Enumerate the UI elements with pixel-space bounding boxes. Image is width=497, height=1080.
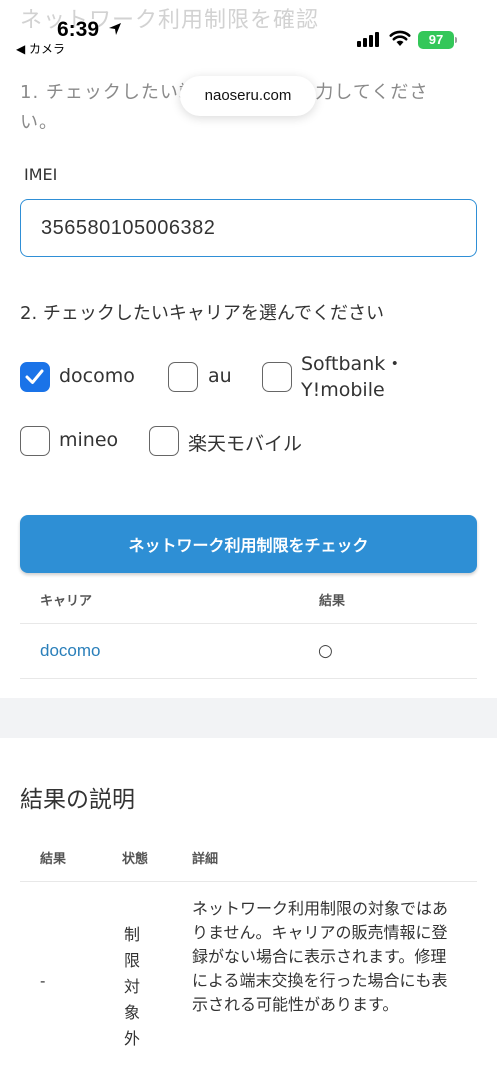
location-arrow-icon bbox=[109, 23, 121, 35]
wifi-icon bbox=[389, 30, 411, 46]
status-char: 対 bbox=[123, 977, 140, 996]
status-time: 6:39 bbox=[57, 18, 100, 41]
checkbox-label-softbank[interactable]: Softbank・ bbox=[301, 349, 404, 376]
back-to-app-link[interactable]: ◀ カメラ bbox=[16, 40, 65, 57]
checkbox-mineo[interactable] bbox=[20, 426, 50, 456]
imei-input[interactable] bbox=[20, 199, 477, 257]
check-network-restriction-button[interactable]: ネットワーク利用制限をチェック bbox=[20, 515, 477, 573]
checkbox-softbank[interactable] bbox=[262, 362, 292, 392]
checkbox-label-ymobile[interactable]: Y!mobile bbox=[301, 379, 385, 401]
checkbox-docomo[interactable] bbox=[20, 362, 50, 392]
explanation-header-detail: 詳細 bbox=[192, 852, 219, 867]
url-bar[interactable]: naoseru.com bbox=[180, 76, 316, 116]
results-header-result: 結果 bbox=[319, 594, 346, 609]
explanation-title: 結果の説明 bbox=[20, 787, 135, 813]
results-divider bbox=[20, 623, 477, 624]
explanation-header-status: 状態 bbox=[122, 852, 149, 867]
result-status-mark: ○ bbox=[318, 641, 333, 661]
checkbox-rakuten[interactable] bbox=[149, 426, 179, 456]
checkbox-label-mineo[interactable]: mineo bbox=[59, 429, 118, 451]
checkbox-label-au[interactable]: au bbox=[208, 365, 232, 387]
result-carrier-docomo[interactable]: docomo bbox=[40, 641, 100, 661]
results-header-carrier: キャリア bbox=[40, 594, 93, 609]
section-separator bbox=[0, 698, 497, 738]
battery-indicator: 97 bbox=[418, 31, 454, 49]
checkbox-label-rakuten[interactable]: 楽天モバイル bbox=[188, 429, 302, 456]
explanation-divider bbox=[20, 881, 477, 882]
step2-instruction: 2. チェックしたいキャリアを選んでください bbox=[20, 303, 384, 324]
explanation-detail-text: ネットワーク利用制限の対象ではありません。キャリアの販売情報に登録がない場合に表… bbox=[192, 899, 449, 1014]
checkmark-icon bbox=[25, 369, 44, 384]
explanation-header-result: 結果 bbox=[40, 852, 67, 867]
explanation-status-value: 制 限 対 象 外 bbox=[122, 922, 142, 1052]
status-char: 象 bbox=[123, 1003, 140, 1022]
imei-label: IMEI bbox=[24, 165, 58, 184]
cellular-signal-icon bbox=[357, 32, 379, 47]
status-bar: 6:39 ◀ カメラ 97 bbox=[0, 0, 497, 62]
checkbox-label-docomo[interactable]: docomo bbox=[59, 365, 135, 387]
results-divider bbox=[20, 678, 477, 679]
status-char: 制 bbox=[123, 925, 140, 944]
status-char: 外 bbox=[123, 1029, 140, 1048]
status-char: 限 bbox=[123, 951, 140, 970]
battery-tip bbox=[455, 37, 457, 43]
explanation-result-value: - bbox=[40, 972, 46, 990]
checkbox-au[interactable] bbox=[168, 362, 198, 392]
